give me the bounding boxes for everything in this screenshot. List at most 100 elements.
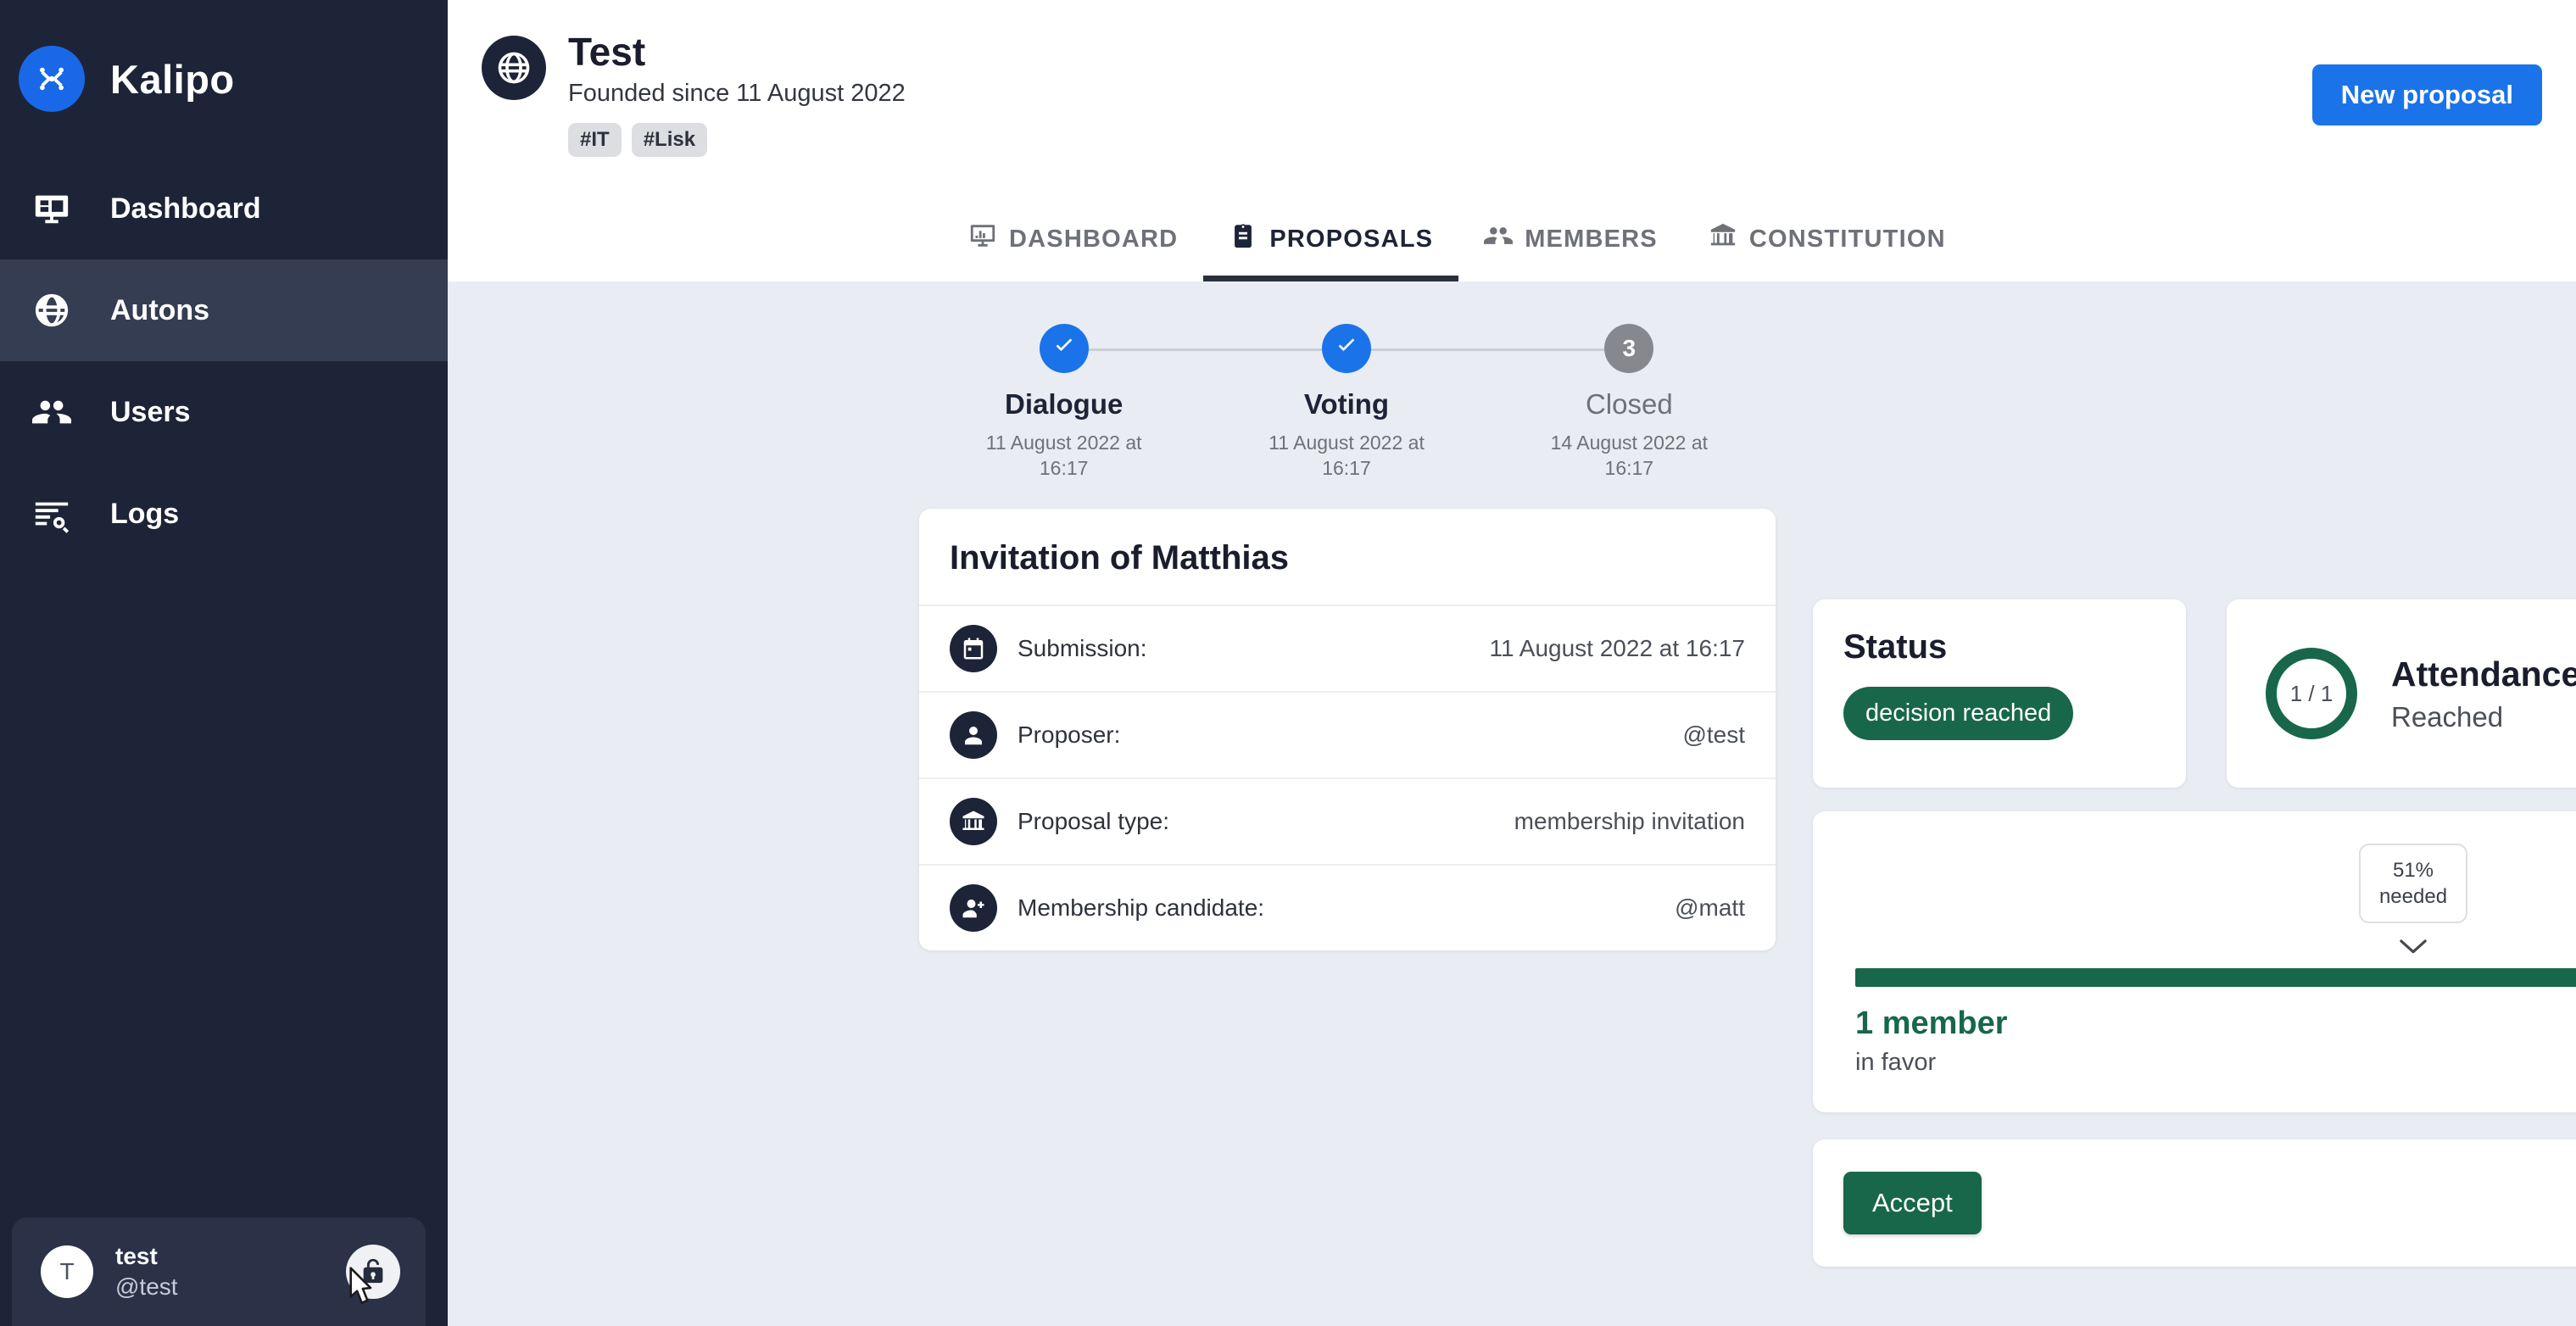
attendance-criteria-card: 1 / 1 Attendance criteria Reached — [2227, 599, 2576, 788]
sidebar-nav: Dashboard Autons Users Logs — [0, 158, 448, 565]
step-status-icon — [1322, 324, 1371, 373]
logs-search-icon — [19, 481, 85, 547]
tag-item[interactable]: #IT — [568, 123, 622, 158]
table-row: Proposal type: membership invitation — [919, 779, 1776, 866]
attendance-ring: 1 / 1 — [2266, 648, 2357, 739]
row-value: @test — [1682, 722, 1745, 749]
dashboard-icon — [968, 221, 997, 257]
calendar-icon — [950, 625, 997, 672]
step-connector — [1064, 348, 1347, 351]
app-root: Kalipo Dashboard Autons Users — [0, 0, 2576, 1326]
sidebar-item-label: Autons — [110, 296, 209, 325]
step-connector — [1347, 348, 1629, 351]
sidebar-item-label: Dashboard — [110, 194, 261, 223]
user-handle: @test — [115, 1273, 178, 1301]
row-value: 11 August 2022 at 16:17 — [1489, 635, 1745, 662]
globe-icon — [19, 277, 85, 343]
topbar: Test Founded since 11 August 2022 #IT #L… — [448, 0, 2576, 281]
kalipo-logo-icon — [19, 46, 85, 112]
sidebar-item-logs[interactable]: Logs — [0, 463, 448, 565]
tab-proposals[interactable]: PROPOSALS — [1203, 221, 1458, 281]
main-area: Test Founded since 11 August 2022 #IT #L… — [448, 0, 2576, 1326]
threshold-percent: 51% — [2379, 857, 2447, 883]
accept-button[interactable]: Accept — [1843, 1172, 1982, 1234]
step-date: 11 August 2022 at 16:17 — [1253, 431, 1440, 482]
users-icon — [19, 379, 85, 445]
vote-labels: 1 member in favor 0 members against — [1855, 1005, 2576, 1077]
step-label: Voting — [1304, 388, 1389, 421]
step-label: Dialogue — [1005, 388, 1123, 421]
step-voting[interactable]: Voting 11 August 2022 at 16:17 — [1205, 324, 1487, 482]
proposal-detail-card: Invitation of Matthias Submission: 11 Au… — [919, 509, 1776, 950]
step-date: 14 August 2022 at 16:17 — [1536, 431, 1722, 482]
proposal-title: Invitation of Matthias — [919, 509, 1776, 606]
content-area: Dialogue 11 August 2022 at 16:17 Voting … — [448, 281, 2576, 1326]
check-icon — [1051, 332, 1078, 365]
tab-bar: DASHBOARD PROPOSALS MEMBERS — [943, 221, 1971, 281]
tab-label: DASHBOARD — [1009, 226, 1178, 254]
avatar: T — [41, 1245, 93, 1298]
tab-dashboard[interactable]: DASHBOARD — [943, 221, 1203, 281]
brand[interactable]: Kalipo — [0, 0, 448, 158]
sidebar-item-label: Logs — [110, 499, 179, 528]
unlock-icon-button[interactable] — [346, 1245, 400, 1299]
check-icon — [1333, 332, 1360, 365]
table-row: Submission: 11 August 2022 at 16:17 — [919, 606, 1776, 693]
threshold-label: needed — [2379, 883, 2447, 910]
tab-constitution[interactable]: CONSTITUTION — [1683, 221, 1971, 281]
sidebar-user-card[interactable]: T test @test — [12, 1217, 426, 1326]
row-label: Submission: — [1018, 635, 1147, 662]
tab-label: MEMBERS — [1525, 226, 1658, 254]
tag-list: #IT #Lisk — [568, 123, 906, 158]
unlock-icon — [359, 1256, 388, 1288]
tab-label: CONSTITUTION — [1749, 226, 1946, 254]
user-name: test — [115, 1243, 178, 1270]
step-number: 3 — [1604, 324, 1653, 373]
tab-label: PROPOSALS — [1269, 226, 1433, 254]
sidebar-item-autons[interactable]: Autons — [0, 259, 448, 361]
row-label: Membership candidate: — [1018, 894, 1264, 922]
row-label: Proposal type: — [1018, 808, 1169, 835]
person-icon — [950, 711, 997, 759]
new-proposal-button[interactable]: New proposal — [2312, 64, 2542, 125]
tag-item[interactable]: #Lisk — [632, 123, 707, 158]
attendance-ratio: 1 / 1 — [2290, 681, 2333, 707]
attendance-text: Attendance criteria Reached — [2391, 655, 2576, 733]
proposal-icon — [1229, 221, 1257, 257]
org-founded: Founded since 11 August 2022 — [568, 80, 906, 108]
org-header: Test Founded since 11 August 2022 #IT #L… — [482, 31, 2542, 157]
sidebar-spacer — [0, 565, 448, 1217]
table-row: Membership candidate: @matt — [919, 866, 1776, 950]
step-closed[interactable]: 3 Closed 14 August 2022 at 16:17 — [1488, 324, 1770, 482]
proposal-stepper: Dialogue 11 August 2022 at 16:17 Voting … — [923, 324, 1770, 482]
vote-actions-card: Accept Refuse — [1813, 1139, 2576, 1267]
brand-name: Kalipo — [110, 56, 235, 103]
vote-result-card: 51% needed 1 member in favor 0 members — [1813, 811, 2576, 1112]
attendance-subtitle: Reached — [2391, 701, 2576, 733]
vote-favor: 1 member in favor — [1855, 1005, 2008, 1077]
members-icon — [1484, 221, 1513, 257]
tab-members[interactable]: MEMBERS — [1458, 221, 1683, 281]
status-card: Status decision reached — [1813, 599, 2186, 788]
user-meta: test @test — [115, 1243, 178, 1300]
sidebar-item-label: Users — [110, 398, 191, 426]
person-add-icon — [950, 884, 997, 932]
step-label: Closed — [1586, 388, 1673, 421]
vote-progress-bar — [1855, 968, 2576, 987]
bank-icon — [950, 798, 997, 845]
threshold-badge: 51% needed — [2359, 844, 2467, 923]
row-label: Proposer: — [1018, 722, 1120, 749]
attendance-title: Attendance criteria — [2391, 655, 2576, 694]
org-text: Test Founded since 11 August 2022 #IT #L… — [568, 31, 906, 157]
sidebar-item-users[interactable]: Users — [0, 361, 448, 463]
page-title: Test — [568, 31, 906, 75]
globe-icon — [482, 36, 546, 100]
vote-progress-fill — [1855, 968, 2576, 987]
sidebar-item-dashboard[interactable]: Dashboard — [0, 158, 448, 259]
row-value: @matt — [1675, 894, 1745, 922]
step-dialogue[interactable]: Dialogue 11 August 2022 at 16:17 — [923, 324, 1205, 482]
chevron-down-icon — [2399, 939, 2428, 956]
table-row: Proposer: @test — [919, 693, 1776, 779]
avatar-initial: T — [59, 1258, 74, 1285]
bank-icon — [1709, 221, 1737, 257]
